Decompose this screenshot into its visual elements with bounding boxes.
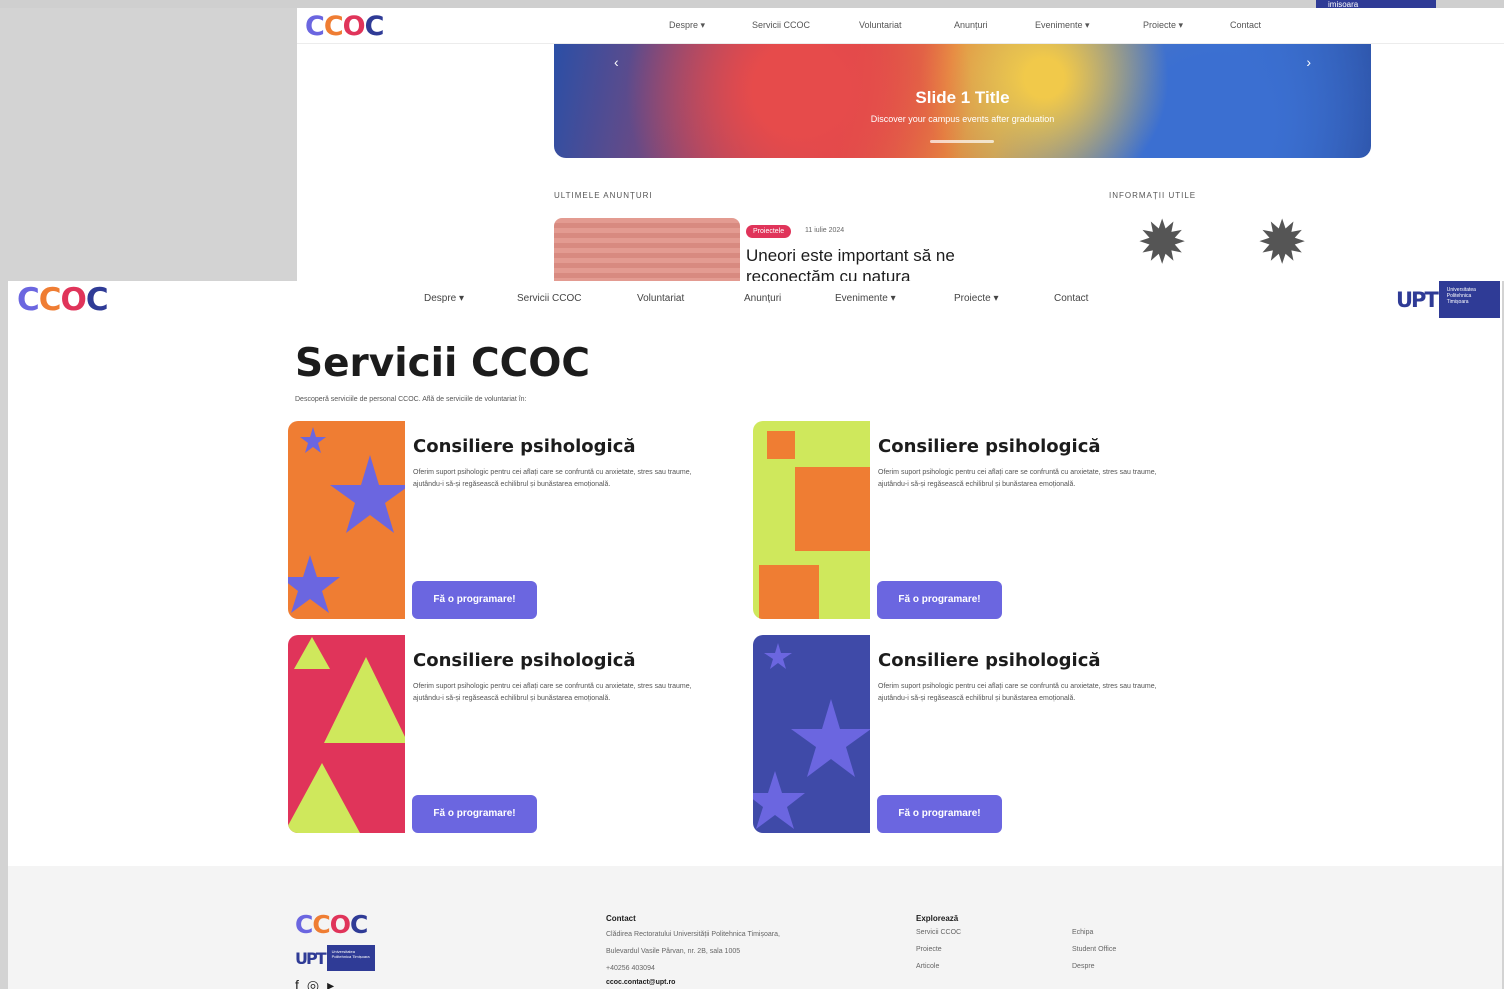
- nav-proiecte[interactable]: Proiecte ▾: [954, 293, 998, 304]
- card-title: Consiliere psihologică: [878, 436, 1101, 457]
- footer-link-proiecte[interactable]: Proiecte: [916, 946, 942, 953]
- navbar: CCOC Despre ▾ Servicii CCOC Voluntariat …: [8, 281, 1502, 321]
- slider-prev-arrow-icon[interactable]: ‹: [614, 54, 619, 70]
- desktop-background: [0, 0, 1504, 8]
- card-title: Consiliere psihologică: [413, 650, 636, 671]
- background-nav-despre[interactable]: Despre ▾: [669, 20, 705, 31]
- foreground-browser-window: CCOC Despre ▾ Servicii CCOC Voluntariat …: [8, 281, 1502, 989]
- hero-subtitle: Discover your campus events after gradua…: [870, 114, 1055, 124]
- facebook-icon[interactable]: f: [295, 977, 307, 989]
- news-badge: Proiectele: [746, 225, 792, 238]
- background-nav-evenimente[interactable]: Evenimente ▾: [1035, 20, 1090, 31]
- hero-title: Slide 1 Title: [915, 88, 1010, 107]
- footer-email[interactable]: ccoc.contact@upt.ro: [606, 979, 675, 986]
- news-thumbnail[interactable]: [554, 218, 740, 281]
- upt-logo-letters: UPT: [1396, 287, 1439, 312]
- background-nav-servicii[interactable]: Servicii CCOC: [752, 20, 810, 30]
- service-card: Consiliere psihologică Oferim suport psi…: [753, 635, 1193, 833]
- background-navbar: CCOC Despre ▾ Servicii CCOC Voluntariat …: [297, 8, 1504, 44]
- hero-slider[interactable]: ‹ › Slide 1 Title Discover your campus e…: [554, 44, 1371, 158]
- footer-link-servicii[interactable]: Servicii CCOC: [916, 929, 961, 936]
- book-appointment-button[interactable]: Fă o programare!: [877, 795, 1002, 833]
- slider-indicator[interactable]: [930, 140, 994, 143]
- slider-next-arrow-icon[interactable]: ›: [1306, 54, 1311, 70]
- footer-link-articole[interactable]: Articole: [916, 963, 939, 970]
- background-nav-proiecte[interactable]: Proiecte ▾: [1143, 20, 1183, 31]
- footer-address-line: Clădirea Rectoratului Universității Poli…: [606, 931, 780, 938]
- nav-voluntariat[interactable]: Voluntariat: [637, 293, 684, 304]
- book-appointment-button[interactable]: Fă o programare!: [877, 581, 1002, 619]
- card-illustration-lime-squares: [753, 421, 870, 619]
- background-logo[interactable]: CCOC: [305, 11, 384, 42]
- nav-servicii-ccoc[interactable]: Servicii CCOC: [517, 293, 581, 304]
- footer-link-despre[interactable]: Despre: [1072, 963, 1095, 970]
- service-card: Consiliere psihologică Oferim suport psi…: [288, 421, 728, 619]
- card-description: Oferim suport psihologic pentru cei afla…: [413, 469, 692, 488]
- background-nav-anunturi[interactable]: Anunțuri: [954, 20, 988, 30]
- footer-link-student-office[interactable]: Student Office: [1072, 946, 1116, 953]
- play-icon[interactable]: ▸: [327, 977, 342, 989]
- background-nav-contact[interactable]: Contact: [1230, 20, 1261, 30]
- nav-despre[interactable]: Despre ▾: [424, 293, 464, 304]
- service-card: Consiliere psihologică Oferim suport psi…: [753, 421, 1193, 619]
- gear-badge-icon[interactable]: ✹: [1257, 213, 1307, 273]
- site-logo[interactable]: CCOC: [17, 282, 109, 318]
- book-appointment-button[interactable]: Fă o programare!: [412, 795, 537, 833]
- service-card: Consiliere psihologică Oferim suport psi…: [288, 635, 728, 833]
- social-icons: f◎▸: [295, 977, 342, 989]
- card-description: Oferim suport psihologic pentru cei afla…: [878, 469, 1157, 488]
- section-heading-useful-info: INFORMAȚII UTILE: [1109, 191, 1197, 200]
- footer-explore-heading: Explorează: [916, 914, 959, 923]
- background-nav-voluntariat[interactable]: Voluntariat: [859, 20, 902, 30]
- card-description: Oferim suport psihologic pentru cei afla…: [413, 683, 692, 702]
- footer-phone[interactable]: +40256 403094: [606, 965, 655, 972]
- card-illustration-red-triangles: [288, 635, 405, 833]
- footer-address-line: Bulevardul Vasile Pârvan, nr. 2B, sala 1…: [606, 948, 741, 955]
- card-title: Consiliere psihologică: [878, 650, 1101, 671]
- instagram-icon[interactable]: ◎: [307, 977, 327, 989]
- footer-contact-heading: Contact: [606, 914, 636, 923]
- upt-logo[interactable]: UPT Universitatea Politehnica Timișoara: [1396, 281, 1500, 318]
- card-title: Consiliere psihologică: [413, 436, 636, 457]
- news-title[interactable]: Uneori este important să ne reconectăm c…: [746, 245, 1016, 281]
- card-description: Oferim suport psihologic pentru cei afla…: [878, 683, 1157, 702]
- nav-anunturi[interactable]: Anunțuri: [744, 293, 781, 304]
- news-date: 11 iulie 2024: [805, 227, 845, 234]
- card-illustration-indigo-stars: [753, 635, 870, 833]
- upt-logo-letters: UPT: [295, 948, 327, 968]
- page-title: Servicii CCOC: [295, 341, 591, 386]
- nav-contact[interactable]: Contact: [1054, 293, 1088, 304]
- gear-badge-icon[interactable]: ✹: [1137, 213, 1187, 273]
- page-subtitle: Descoperă serviciile de personal CCOC. A…: [295, 396, 527, 403]
- footer: CCOC UPT Universitatea Politehnica Timiș…: [8, 866, 1502, 989]
- footer-logo[interactable]: CCOC: [295, 910, 368, 939]
- background-browser-window: CCOC Despre ▾ Servicii CCOC Voluntariat …: [297, 8, 1504, 281]
- footer-upt-logo[interactable]: UPT Universitatea Politehnica Timișoara: [295, 945, 375, 971]
- footer-link-echipa[interactable]: Echipa: [1072, 929, 1093, 936]
- book-appointment-button[interactable]: Fă o programare!: [412, 581, 537, 619]
- upt-logo-text: Universitatea Politehnica Timișoara: [326, 945, 375, 971]
- upt-logo-text: Universitatea Politehnica Timișoara: [1438, 281, 1500, 318]
- nav-evenimente[interactable]: Evenimente ▾: [835, 293, 896, 304]
- card-illustration-orange-stars: [288, 421, 405, 619]
- section-heading-announcements: ULTIMELE ANUNȚURI: [554, 191, 653, 200]
